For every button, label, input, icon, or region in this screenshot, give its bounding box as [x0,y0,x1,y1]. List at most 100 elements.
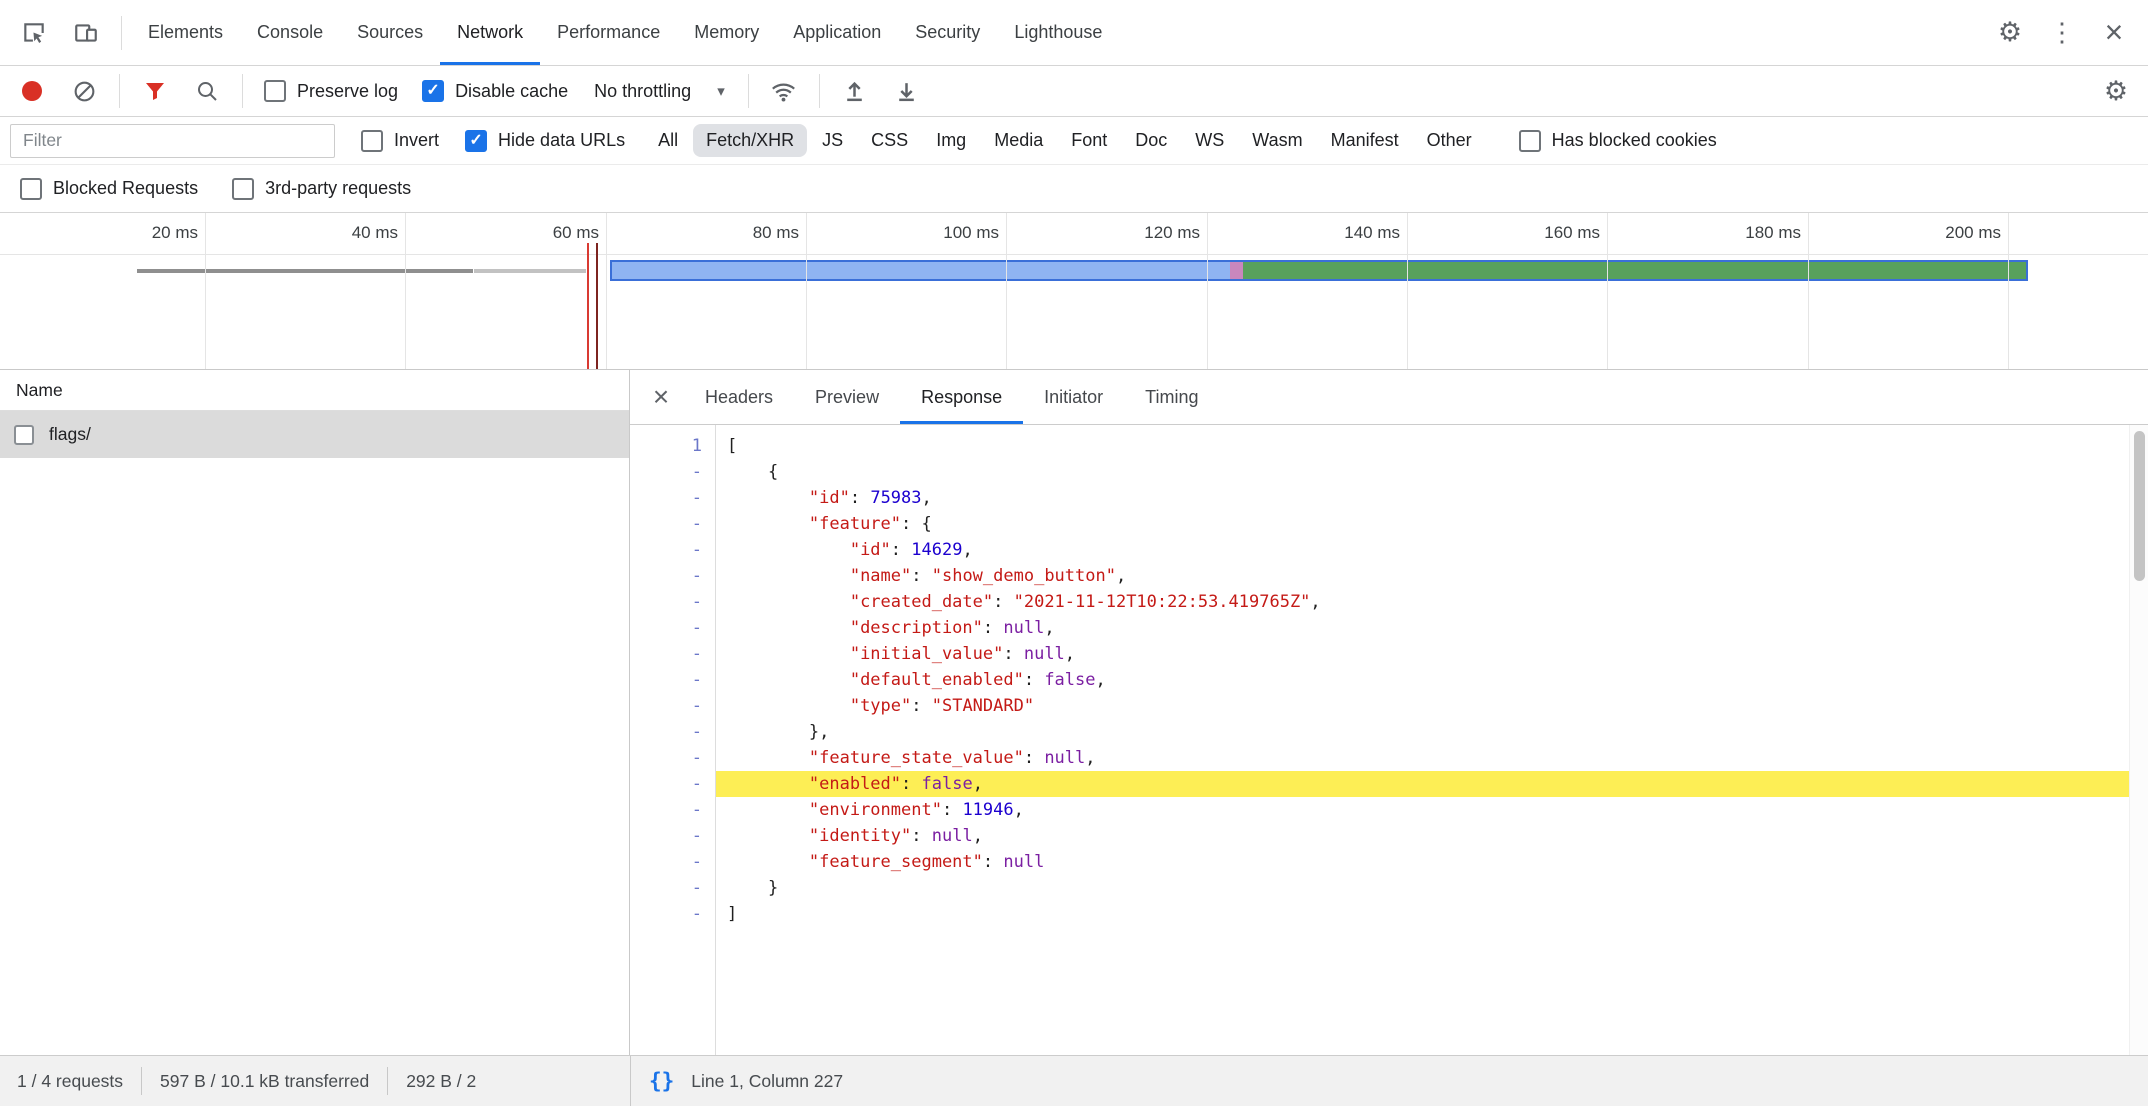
code-text: "id": 14629, [715,537,2148,563]
third-party-requests-checkbox[interactable]: 3rd-party requests [220,178,423,200]
detail-tab-initiator[interactable]: Initiator [1023,370,1124,424]
code-line: - "name": "show_demo_button", [630,563,2148,589]
detail-tabs: × HeadersPreviewResponseInitiatorTiming [630,370,2148,425]
timing-segment-green [1243,262,2026,279]
import-har-icon[interactable] [829,66,881,116]
gutter-mark: - [630,615,715,641]
tab-memory[interactable]: Memory [677,0,776,65]
timeline-gridline [1407,213,1408,369]
filter-type-media[interactable]: Media [981,124,1056,157]
filter-funnel-icon[interactable] [129,66,181,116]
code-line: - "created_date": "2021-11-12T10:22:53.4… [630,589,2148,615]
requests-panel: Name flags/ [0,370,630,1055]
filter-type-other[interactable]: Other [1414,124,1485,157]
timeline-gridline [806,213,807,369]
tab-elements[interactable]: Elements [131,0,240,65]
preserve-log-checkbox[interactable]: Preserve log [252,80,410,102]
panel-tabs: ElementsConsoleSourcesNetworkPerformance… [131,0,1119,65]
filter-type-font[interactable]: Font [1058,124,1120,157]
code-line: - "feature": { [630,511,2148,537]
pretty-print-icon: {} [649,1069,674,1093]
selected-request-timing-bar [610,260,2028,281]
code-line: - "enabled": false, [630,771,2148,797]
settings-gear-icon[interactable]: ⚙ [1984,0,2036,65]
disable-cache-label: Disable cache [455,81,568,102]
tab-lighthouse[interactable]: Lighthouse [997,0,1119,65]
tab-performance[interactable]: Performance [540,0,677,65]
disable-cache-checkbox[interactable]: ✓ Disable cache [410,80,580,102]
network-conditions-icon[interactable] [758,66,810,116]
invert-checkbox[interactable]: Invert [349,130,451,152]
chrome-devtools-window: ElementsConsoleSourcesNetworkPerformance… [0,0,2148,1106]
code-line: 1[ [630,433,2148,459]
timeline-tick-label: 100 ms [943,223,999,243]
request-timing-bar [474,269,586,273]
filter-input[interactable] [10,124,335,158]
timeline-tick-label: 60 ms [553,223,599,243]
code-line: - "id": 14629, [630,537,2148,563]
filter-type-js[interactable]: JS [809,124,856,157]
response-viewer: 1[- {- "id": 75983,- "feature": {- "id":… [630,425,2148,1055]
clear-network-log-button[interactable] [58,66,110,116]
timeline-gridline [1207,213,1208,369]
name-column-header[interactable]: Name [0,370,629,411]
record-network-log-button[interactable] [6,66,58,116]
code-line: - "type": "STANDARD" [630,693,2148,719]
detail-tab-response[interactable]: Response [900,370,1023,424]
filter-type-all[interactable]: All [645,124,691,157]
tab-console[interactable]: Console [240,0,340,65]
code-text: ] [715,901,2148,927]
checkbox-box [20,178,42,200]
search-icon[interactable] [181,66,233,116]
network-settings-gear-icon[interactable]: ⚙ [2090,66,2142,116]
divider [748,74,749,108]
filter-type-img[interactable]: Img [923,124,979,157]
gutter-mark: - [630,797,715,823]
network-overview-timeline[interactable]: 20 ms40 ms60 ms80 ms100 ms120 ms140 ms16… [0,213,2148,370]
gutter-mark: - [630,693,715,719]
detail-tab-headers[interactable]: Headers [684,370,794,424]
code-text: "feature_segment": null [715,849,2148,875]
cursor-position: Line 1, Column 227 [691,1071,843,1092]
filter-type-wasm[interactable]: Wasm [1239,124,1315,157]
scrollbar[interactable] [2129,425,2148,1055]
request-row[interactable]: flags/ [0,411,629,458]
hide-data-urls-checkbox[interactable]: ✓ Hide data URLs [453,130,637,152]
detail-tab-timing[interactable]: Timing [1124,370,1219,424]
code-line: - }, [630,719,2148,745]
scrollbar-thumb[interactable] [2134,431,2145,581]
has-blocked-cookies-checkbox[interactable]: Has blocked cookies [1507,130,1729,152]
tab-network[interactable]: Network [440,0,540,65]
request-count: 1 / 4 requests [17,1071,141,1092]
network-toolbar: Preserve log ✓ Disable cache No throttli… [0,66,2148,117]
timeline-tick-label: 180 ms [1745,223,1801,243]
kebab-menu-icon[interactable]: ⋮ [2036,0,2088,65]
filter-type-css[interactable]: CSS [858,124,921,157]
timeline-gridline [1607,213,1608,369]
request-checkbox[interactable] [14,425,34,445]
detail-tab-preview[interactable]: Preview [794,370,900,424]
filter-type-ws[interactable]: WS [1182,124,1237,157]
code-text: "identity": null, [715,823,2148,849]
close-devtools-icon[interactable]: × [2088,0,2140,65]
tab-application[interactable]: Application [776,0,898,65]
close-details-icon[interactable]: × [638,381,684,413]
export-har-icon[interactable] [881,66,933,116]
timeline-gridline [2008,213,2009,369]
blocked-requests-checkbox[interactable]: Blocked Requests [8,178,210,200]
filter-type-fetch-xhr[interactable]: Fetch/XHR [693,124,807,157]
tab-security[interactable]: Security [898,0,997,65]
checkbox-box [1519,130,1541,152]
device-toolbar-icon[interactable] [60,0,112,65]
code-line: - "identity": null, [630,823,2148,849]
code-text: "environment": 11946, [715,797,2148,823]
filter-type-manifest[interactable]: Manifest [1318,124,1412,157]
throttling-select[interactable]: No throttling ▾ [580,81,739,102]
filter-type-doc[interactable]: Doc [1122,124,1180,157]
timeline-tick-label: 140 ms [1344,223,1400,243]
code-text: [ [715,433,2148,459]
inspect-element-icon[interactable] [8,0,60,65]
timeline-gridline [606,213,607,369]
resources-size: 292 B / 2 [388,1071,494,1092]
tab-sources[interactable]: Sources [340,0,440,65]
